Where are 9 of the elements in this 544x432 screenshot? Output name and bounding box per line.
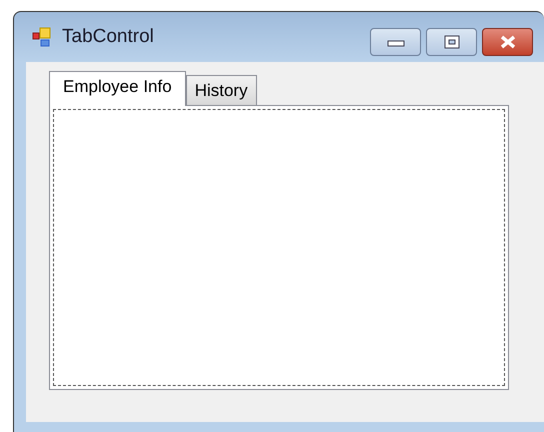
tab[interactable]: Employee Info — [49, 71, 186, 106]
tab[interactable]: History — [186, 75, 257, 105]
minimize-button[interactable] — [370, 28, 421, 56]
maximize-icon — [442, 35, 460, 49]
close-button[interactable] — [482, 28, 533, 56]
window-title: TabControl — [62, 26, 154, 48]
close-icon — [498, 35, 516, 49]
maximize-button[interactable] — [426, 28, 477, 56]
app-icon — [32, 27, 52, 47]
